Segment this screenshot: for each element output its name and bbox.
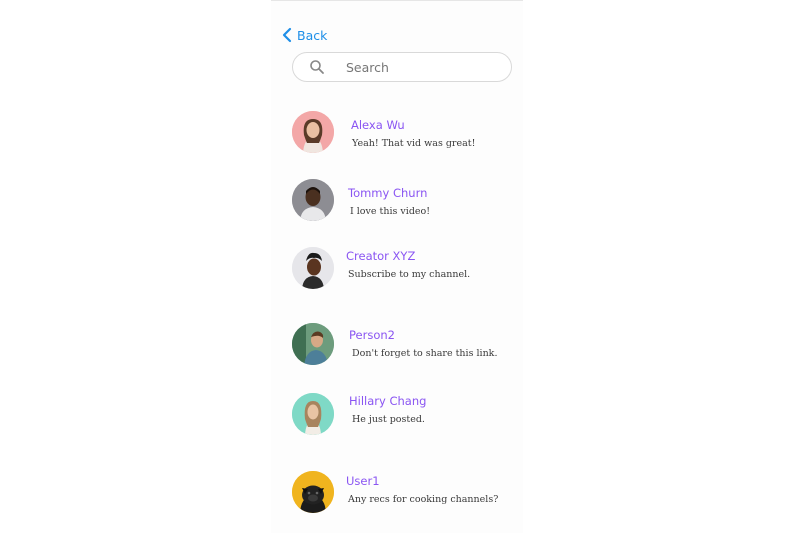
chat-message-preview: Subscribe to my channel. — [348, 269, 471, 280]
chat-message-preview: I love this video! — [350, 206, 431, 217]
chat-name: Tommy Churn — [348, 186, 428, 200]
chat-item[interactable]: Hillary Chang He just posted. — [271, 393, 523, 443]
chat-list-screen: Back Alexa Wu Yeah! That vid was great! — [271, 0, 523, 533]
chat-message-preview: Any recs for cooking channels? — [348, 494, 499, 505]
chat-name: Creator XYZ — [346, 249, 416, 263]
chat-message-preview: Yeah! That vid was great! — [352, 138, 476, 149]
avatar — [292, 323, 334, 365]
chat-name: Hillary Chang — [349, 394, 427, 408]
chat-message-preview: Don't forget to share this link. — [352, 348, 498, 359]
avatar — [292, 179, 334, 221]
chat-message-preview: He just posted. — [352, 414, 425, 425]
chat-item[interactable]: Tommy Churn I love this video! — [271, 179, 523, 229]
search-input[interactable] — [346, 59, 496, 75]
person-avatar-icon — [292, 323, 334, 365]
chevron-left-icon — [282, 27, 292, 43]
person-avatar-icon — [292, 393, 334, 435]
chat-name: User1 — [346, 474, 380, 488]
dog-avatar-icon — [292, 471, 334, 513]
search-bar[interactable] — [292, 52, 512, 82]
back-label: Back — [297, 27, 328, 43]
avatar — [292, 111, 334, 153]
person-avatar-icon — [292, 111, 334, 153]
avatar — [292, 247, 334, 289]
chat-item[interactable]: Alexa Wu Yeah! That vid was great! — [271, 111, 523, 161]
chat-name: Person2 — [349, 328, 395, 342]
person-avatar-icon — [292, 247, 334, 289]
search-icon — [310, 60, 324, 74]
chat-item[interactable]: Creator XYZ Subscribe to my channel. — [271, 246, 523, 296]
chat-name: Alexa Wu — [351, 118, 405, 132]
back-button[interactable]: Back — [281, 26, 327, 44]
avatar — [292, 393, 334, 435]
chat-item[interactable]: Person2 Don't forget to share this link. — [271, 323, 523, 373]
person-avatar-icon — [292, 179, 334, 221]
chat-item[interactable]: User1 Any recs for cooking channels? — [271, 471, 523, 521]
avatar — [292, 471, 334, 513]
